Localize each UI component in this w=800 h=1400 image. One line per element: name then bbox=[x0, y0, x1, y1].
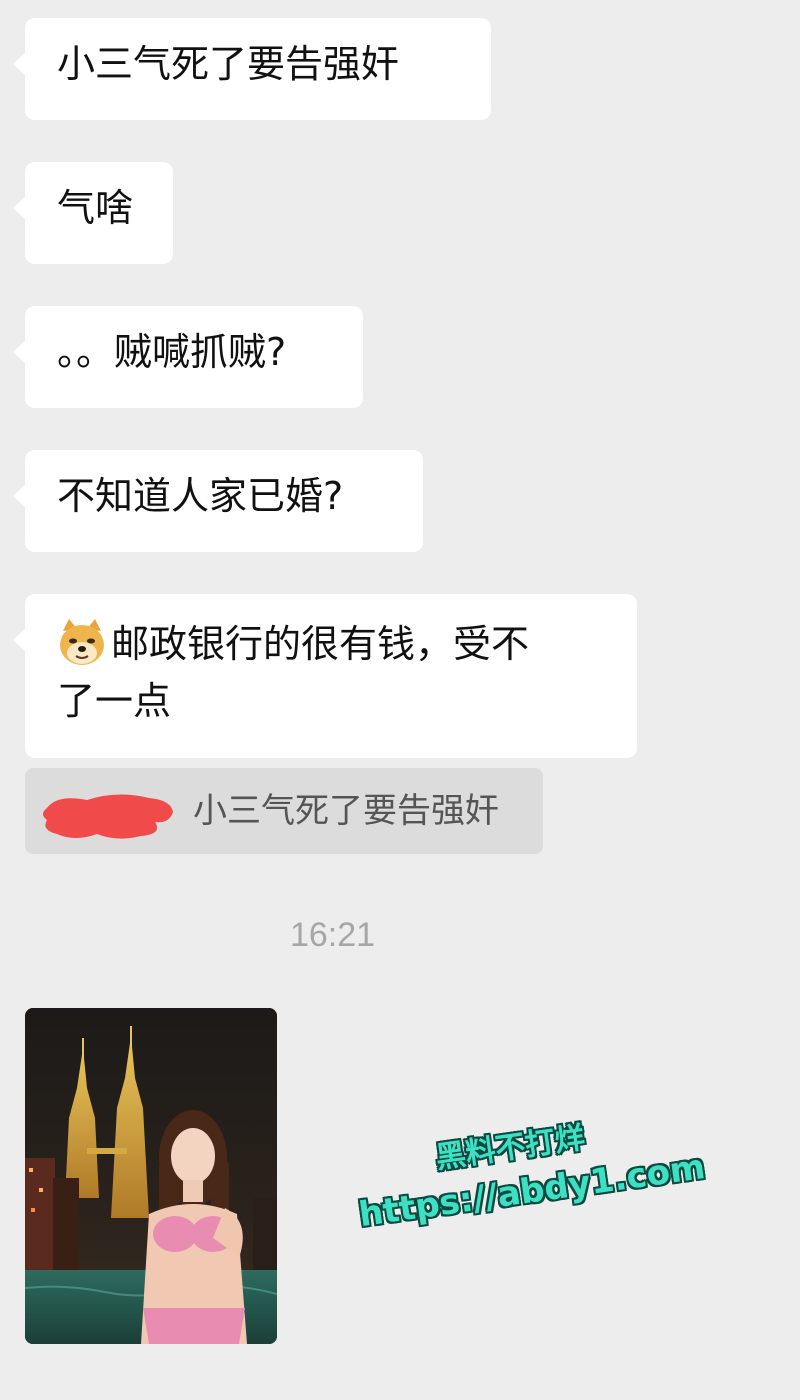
doge-emoji-icon bbox=[60, 618, 104, 665]
message-bubble[interactable]: 气啥 bbox=[13, 162, 173, 264]
quoted-reply[interactable]: 小三气死了要告强奸 bbox=[25, 768, 543, 854]
message-text: 小三气死了要告强奸 bbox=[57, 42, 400, 86]
message-text: 气啥 bbox=[57, 186, 134, 230]
message-line: 邮政银行的很有钱，受不 bbox=[57, 616, 607, 673]
redacted-sender-mark bbox=[43, 794, 173, 839]
message-bubble[interactable]: 邮政银行的很有钱，受不 了一点 bbox=[13, 594, 637, 758]
message-text: 了一点 bbox=[57, 678, 172, 723]
message-bubble[interactable]: 小三气死了要告强奸 bbox=[13, 18, 491, 120]
photo-thumbnail-icon bbox=[25, 1008, 277, 1344]
message-bubble[interactable]: 不知道人家已婚? bbox=[13, 450, 423, 552]
watermark-url: https://abdy1.com bbox=[356, 1146, 708, 1236]
message-line: 了一点 bbox=[57, 673, 607, 729]
chat-window: 小三气死了要告强奸 气啥 。。贼喊抓贼? 不知道人家已婚? 邮政银行的很有钱，受… bbox=[0, 0, 800, 1400]
quoted-text: 小三气死了要告强奸 bbox=[193, 791, 499, 831]
watermark-title: 黑料不打烊 bbox=[433, 1120, 588, 1176]
image-message[interactable] bbox=[25, 1008, 277, 1344]
message-text: 邮政银行的很有钱，受不 bbox=[111, 622, 530, 666]
message-text: 。。贼喊抓贼? bbox=[57, 330, 287, 374]
timestamp: 16:21 bbox=[289, 916, 376, 954]
message-text: 不知道人家已婚? bbox=[57, 474, 344, 518]
message-bubble[interactable]: 。。贼喊抓贼? bbox=[13, 306, 363, 408]
watermark: 黑料不打烊 https://abdy1.com bbox=[350, 1100, 719, 1239]
